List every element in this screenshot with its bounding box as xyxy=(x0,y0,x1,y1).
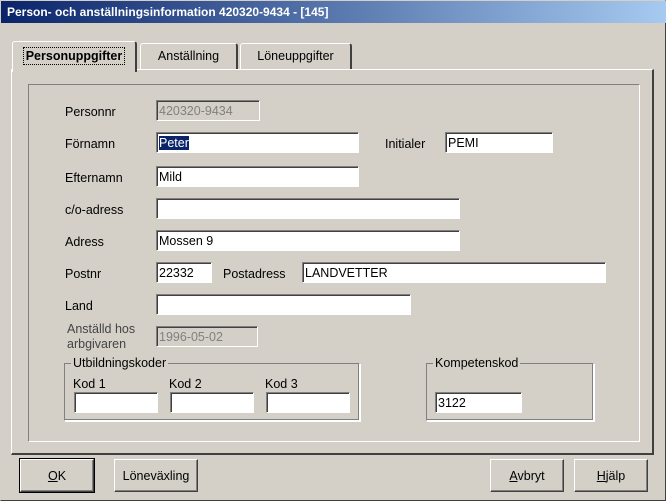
avbryt-button[interactable]: Avbryt xyxy=(490,459,564,492)
avbryt-label-rest: vbryt xyxy=(517,469,545,483)
postnr-field[interactable]: 22332 xyxy=(156,262,212,283)
tab-label: Anställning xyxy=(157,49,220,63)
kod3-field[interactable] xyxy=(266,392,350,413)
personnr-field: 420320-9434 xyxy=(156,100,260,121)
ok-button[interactable]: OK xyxy=(19,458,95,493)
fornamn-label: Förnamn xyxy=(65,137,116,151)
postadress-label: Postadress xyxy=(223,267,286,281)
lonevaxling-label: Löneväxling xyxy=(122,469,190,483)
initialer-label: Initialer xyxy=(385,137,426,151)
tab-label: Personuppgifter xyxy=(22,47,126,65)
anstalld-label-line1: Anställd hos xyxy=(67,322,136,336)
co-adress-label: c/o-adress xyxy=(65,203,124,217)
kod3-label: Kod 3 xyxy=(265,377,298,391)
tab-label: Löneuppgifter xyxy=(257,49,334,63)
land-label: Land xyxy=(65,299,93,313)
fornamn-value: Peter xyxy=(159,136,189,150)
anstalld-label: Anställd hos arbgivaren xyxy=(67,322,135,352)
kod2-field[interactable] xyxy=(170,392,254,413)
kompetenskod-legend: Kompetenskod xyxy=(433,356,521,370)
anstalld-field: 1996-05-02 xyxy=(156,326,258,347)
kod1-field[interactable] xyxy=(74,392,158,413)
co-adress-field[interactable] xyxy=(156,198,460,219)
postadress-field[interactable]: LANDVETTER xyxy=(302,262,606,283)
title-bar[interactable]: Person- och anställningsinformation 4203… xyxy=(1,1,666,23)
hjalp-accel: H xyxy=(596,469,606,483)
personnr-label: Personnr xyxy=(65,105,116,119)
dialog-window: Person- och anställningsinformation 4203… xyxy=(0,0,666,501)
ok-accel: O xyxy=(47,469,58,483)
kompetenskod-field[interactable]: 3122 xyxy=(435,392,522,413)
efternamn-label: Efternamn xyxy=(65,171,123,185)
land-field[interactable] xyxy=(156,294,411,315)
kod1-label: Kod 1 xyxy=(73,377,106,391)
avbryt-accel: A xyxy=(509,469,518,483)
hjalp-button[interactable]: Hjälp xyxy=(574,459,648,492)
fornamn-field[interactable]: Peter xyxy=(156,132,359,153)
anstalld-label-line2: arbgivaren xyxy=(67,337,127,351)
efternamn-field[interactable]: Mild xyxy=(156,166,359,187)
adress-label: Adress xyxy=(65,235,104,249)
kod2-label: Kod 2 xyxy=(169,377,202,391)
utbildningskoder-legend: Utbildningskoder xyxy=(71,356,169,370)
window-title: Person- och anställningsinformation 4203… xyxy=(7,5,329,19)
tab-anstallning[interactable]: Anställning xyxy=(140,43,238,70)
tab-loneuppgifter[interactable]: Löneuppgifter xyxy=(240,43,352,70)
lonevaxling-button[interactable]: Löneväxling xyxy=(114,459,198,492)
postnr-label: Postnr xyxy=(65,267,102,281)
adress-field[interactable]: Mossen 9 xyxy=(156,230,460,251)
hjalp-label-rest: jälp xyxy=(605,469,626,483)
initialer-field[interactable]: PEMI xyxy=(445,132,553,153)
tab-personuppgifter[interactable]: Personuppgifter xyxy=(12,41,137,72)
ok-label-rest: K xyxy=(57,469,67,483)
